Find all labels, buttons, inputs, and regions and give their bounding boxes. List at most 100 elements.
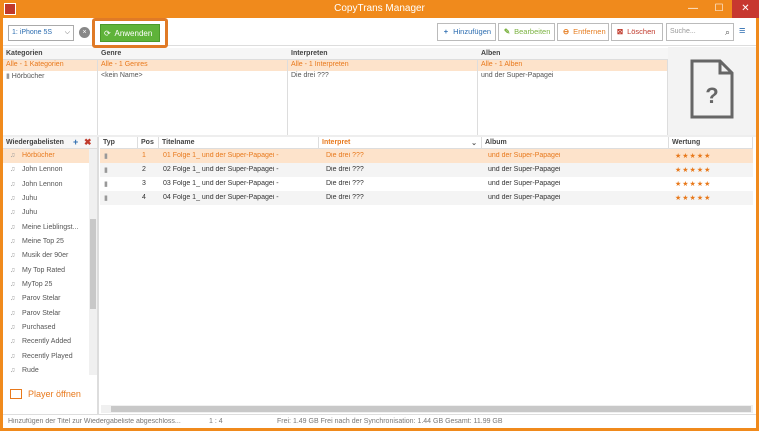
col-header-pos[interactable]: Pos xyxy=(138,137,159,149)
playlist-icon: ♫ xyxy=(10,352,16,360)
playlist-item[interactable]: ♫ Juhu xyxy=(3,206,89,220)
playlist-label: John Lennon xyxy=(22,166,63,174)
status-storage: Frei: 1.49 GB Frei nach der Synchronisat… xyxy=(277,418,503,425)
cell-rating[interactable]: ★★★★★ xyxy=(675,166,711,174)
cell-rating[interactable]: ★★★★★ xyxy=(675,152,711,160)
table-row[interactable]: ▮ 1 01 Folge 1_ und der Super-Papagei - … xyxy=(100,149,753,163)
cell-title: 04 Folge 1_ und der Super-Papagei - xyxy=(163,194,279,201)
col-header-artist-label: Interpret xyxy=(322,139,351,146)
categories-header[interactable]: Kategorien xyxy=(3,48,98,60)
track-icon: ▮ xyxy=(104,195,108,202)
playlist-item[interactable]: ♫ John Lennon xyxy=(3,178,89,192)
playlist-item[interactable]: ♫ Hörbücher xyxy=(3,149,89,164)
playlist-item[interactable]: ♫ Parov Stelar xyxy=(3,292,89,306)
album-item-all[interactable]: Alle - 1 Alben xyxy=(478,60,667,71)
minus-circle-icon: ⊖ xyxy=(562,27,570,36)
artists-header[interactable]: Interpreten xyxy=(288,48,478,60)
refresh-icon: ⟳ xyxy=(104,29,111,38)
sidebar-splitter[interactable] xyxy=(97,137,99,415)
playlist-icon: ♫ xyxy=(10,338,16,346)
playlist-item[interactable]: ♫ Rude xyxy=(3,364,89,375)
col-header-type[interactable]: Typ xyxy=(100,137,138,149)
playlist-item[interactable]: ♫ Recently Added xyxy=(3,335,89,349)
search-icon: ⌕ xyxy=(724,27,730,37)
playlist-scrollbar[interactable] xyxy=(89,149,97,375)
scrollbar-thumb[interactable] xyxy=(111,406,751,412)
playlist-icon: ♫ xyxy=(10,281,16,289)
playlist-item[interactable]: ♫ MyTop 25 xyxy=(3,278,89,292)
table-row[interactable]: ▮ 3 03 Folge 1_ und der Super-Papagei - … xyxy=(100,177,753,191)
playlist-icon: ♫ xyxy=(10,324,16,332)
category-item[interactable]: ▮ Hörbücher xyxy=(3,71,97,82)
album-item[interactable]: und der Super-Papagei xyxy=(478,71,667,82)
table-hscrollbar[interactable] xyxy=(101,405,753,413)
toolbar: 1: iPhone 5S ⌵ × ⟳ Anwenden + Hinzufügen… xyxy=(3,18,756,48)
col-header-rating[interactable]: Wertung xyxy=(669,137,753,149)
pencil-icon: ✎ xyxy=(503,27,511,36)
artist-item-all[interactable]: Alle - 1 Interpreten xyxy=(288,60,477,71)
table-row[interactable]: ▮ 2 02 Folge 1_ und der Super-Papagei - … xyxy=(100,163,753,177)
table-row[interactable]: ▮ 4 04 Folge 1_ und der Super-Papagei - … xyxy=(100,191,753,205)
delete-button[interactable]: ⊠ Löschen xyxy=(611,23,663,41)
playlist-icon: ♫ xyxy=(10,238,16,246)
x-box-icon: ⊠ xyxy=(616,27,624,36)
playlist-icon: ♫ xyxy=(10,166,16,174)
delete-playlist-button[interactable]: ✖ xyxy=(84,137,92,148)
cell-pos: 1 xyxy=(142,152,146,159)
playlist-label: MyTop 25 xyxy=(22,281,53,289)
cell-pos: 4 xyxy=(142,194,146,201)
playlist-icon: ♫ xyxy=(10,152,16,159)
cell-rating[interactable]: ★★★★★ xyxy=(675,180,711,188)
add-playlist-button[interactable]: + xyxy=(73,137,78,147)
playlist-item[interactable]: ♫ Juhu xyxy=(3,192,89,206)
add-label: Hinzufügen xyxy=(453,27,492,36)
maximize-button[interactable]: ☐ xyxy=(706,0,732,18)
cell-artist: Die drei ??? xyxy=(326,152,364,159)
playlist-item[interactable]: ♫ My Top Rated xyxy=(3,264,89,278)
genre-header[interactable]: Genre xyxy=(98,48,288,60)
scrollbar-thumb[interactable] xyxy=(90,219,96,309)
col-header-artist[interactable]: Interpret ⌄ xyxy=(319,137,482,149)
playlist-item[interactable]: ♫ Parov Stelar xyxy=(3,307,89,321)
apply-button[interactable]: ⟳ Anwenden xyxy=(100,24,160,42)
playlist-icon: ♫ xyxy=(10,266,16,274)
cell-album: und der Super-Papagei xyxy=(488,152,561,159)
track-icon: ▮ xyxy=(104,181,108,188)
hamburger-icon[interactable]: ≡ xyxy=(739,26,745,37)
col-header-album[interactable]: Album xyxy=(482,137,669,149)
playlist-item[interactable]: ♫ Meine Lieblingst... xyxy=(3,221,89,235)
albums-list: Alle - 1 Alben und der Super-Papagei xyxy=(478,60,668,135)
genre-item[interactable]: <kein Name> xyxy=(98,71,287,82)
albums-header[interactable]: Alben xyxy=(478,48,668,60)
playlist-item[interactable]: ♫ John Lennon xyxy=(3,163,89,177)
cell-rating[interactable]: ★★★★★ xyxy=(675,194,711,202)
device-label: 1: iPhone 5S xyxy=(12,29,53,36)
search-input[interactable]: Suche... ⌕ xyxy=(666,23,734,41)
playlist-label: Rude xyxy=(22,367,39,375)
playlist-icon: ♫ xyxy=(10,195,16,203)
player-open-button[interactable]: Player öffnen xyxy=(10,389,81,399)
eject-icon[interactable]: × xyxy=(79,27,90,38)
edit-label: Bearbeiten xyxy=(514,27,551,36)
playlist-item[interactable]: ♫ Meine Top 25 xyxy=(3,235,89,249)
playlist-label: Recently Added xyxy=(22,338,72,346)
playlist-item[interactable]: ♫ Purchased xyxy=(3,321,89,335)
playlist-label: Parov Stelar xyxy=(22,309,61,317)
device-select[interactable]: 1: iPhone 5S ⌵ xyxy=(8,25,74,41)
track-icon: ▮ xyxy=(104,153,108,160)
minimize-button[interactable]: — xyxy=(680,0,706,18)
player-icon xyxy=(10,389,22,399)
playlist-item[interactable]: ♫ Musik der 90er xyxy=(3,249,89,263)
artist-item[interactable]: Die drei ??? xyxy=(288,71,477,82)
cell-pos: 2 xyxy=(142,166,146,173)
remove-button[interactable]: ⊖ Entfernen xyxy=(557,23,609,41)
close-button[interactable]: ✕ xyxy=(732,0,759,18)
col-header-title[interactable]: Titelname xyxy=(159,137,319,149)
playlist-label: Meine Top 25 xyxy=(22,238,64,246)
add-button[interactable]: + Hinzufügen xyxy=(437,23,496,41)
category-item-all[interactable]: Alle - 1 Kategorien xyxy=(3,60,97,71)
genre-item-all[interactable]: Alle - 1 Genres xyxy=(98,60,287,71)
playlist-label: John Lennon xyxy=(22,180,63,188)
edit-button[interactable]: ✎ Bearbeiten xyxy=(498,23,555,41)
playlist-item[interactable]: ♫ Recently Played xyxy=(3,350,89,364)
